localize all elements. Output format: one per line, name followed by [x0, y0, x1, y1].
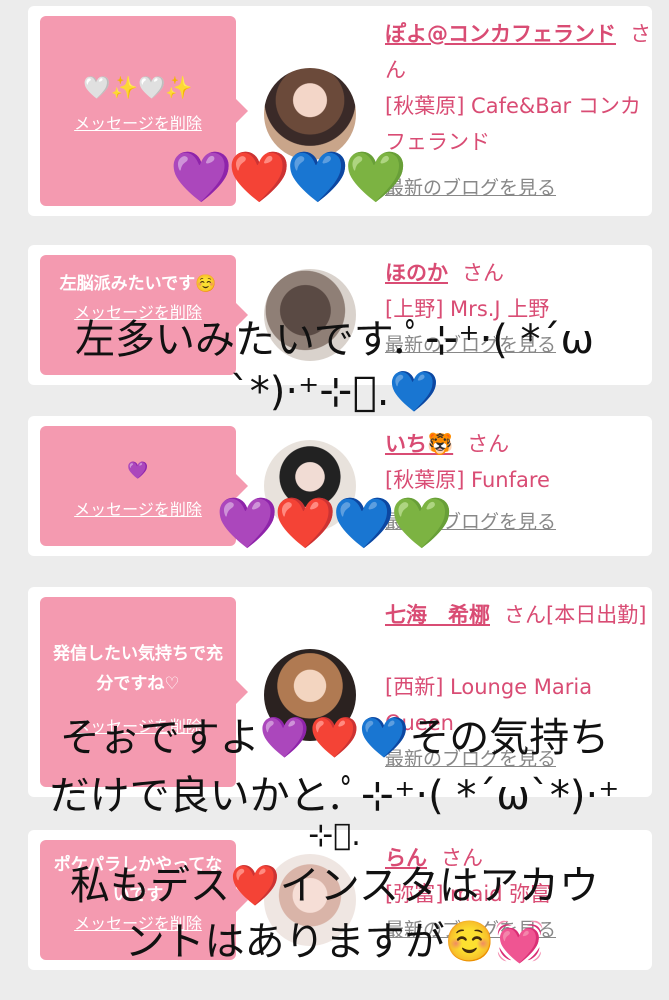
blog-link[interactable]: 最新のブログを見る [385, 170, 655, 206]
shop-name: [秋葉原] Cafe&Bar コンカフェランド [385, 94, 641, 154]
honorific: さん[本日出勤] [504, 603, 647, 627]
message-text: 🤍✨🤍✨ [83, 76, 193, 101]
message-text: 左脳派みたいです☺️ [59, 274, 217, 294]
message-bubble: 💜 メッセージを削除 [40, 426, 248, 546]
message-card: 発信したい気持ちで充分ですね♡ メッセージを削除 七海 希梛 さん[本日出勤] [… [28, 587, 652, 797]
avatar[interactable] [264, 68, 356, 160]
overlay-text: そぉですよ💜❤️💙その気持ち [59, 715, 610, 761]
hearts-sticker: 💜❤️💙💚 [216, 494, 453, 552]
message-text: 💜 [127, 461, 149, 481]
overlay-text: ⊹ﾟ. [308, 818, 361, 853]
hearts-sticker: 💜❤️💙💚 [170, 148, 407, 206]
honorific: さん [467, 432, 510, 456]
profile-name-link[interactable]: いち🐯 [385, 432, 453, 456]
overlay-text: 私もデス❤️インスタはアカウ [69, 863, 599, 909]
overlay-text: 左多いみたいです.ﾟ⊹⁺‧( *´ω [74, 317, 595, 363]
message-text: 発信したい気持ちで充分ですね♡ [53, 644, 223, 694]
profile-name-link[interactable]: ほのか [385, 261, 448, 285]
delete-message-link[interactable]: メッセージを削除 [40, 110, 236, 134]
overlay-text: ントはありますが☺️💓 [124, 919, 545, 965]
delete-message-link[interactable]: メッセージを削除 [40, 496, 236, 520]
shop-name: [秋葉原] Funfare [385, 468, 550, 492]
profile-name-link[interactable]: ぽよ@コンカフェランド [385, 22, 616, 46]
honorific: さん [462, 261, 504, 285]
profile-info: ぽよ@コンカフェランド さん [秋葉原] Cafe&Bar コンカフェランド 最新… [385, 16, 655, 206]
profile-name-link[interactable]: 七海 希梛 [385, 603, 490, 627]
overlay-text: だけで良いかと.ﾟ⊹⁺‧( *´ω`*)‧⁺ [49, 773, 620, 819]
overlay-text: `*)‧⁺⊹ﾟ.💙 [229, 369, 440, 415]
